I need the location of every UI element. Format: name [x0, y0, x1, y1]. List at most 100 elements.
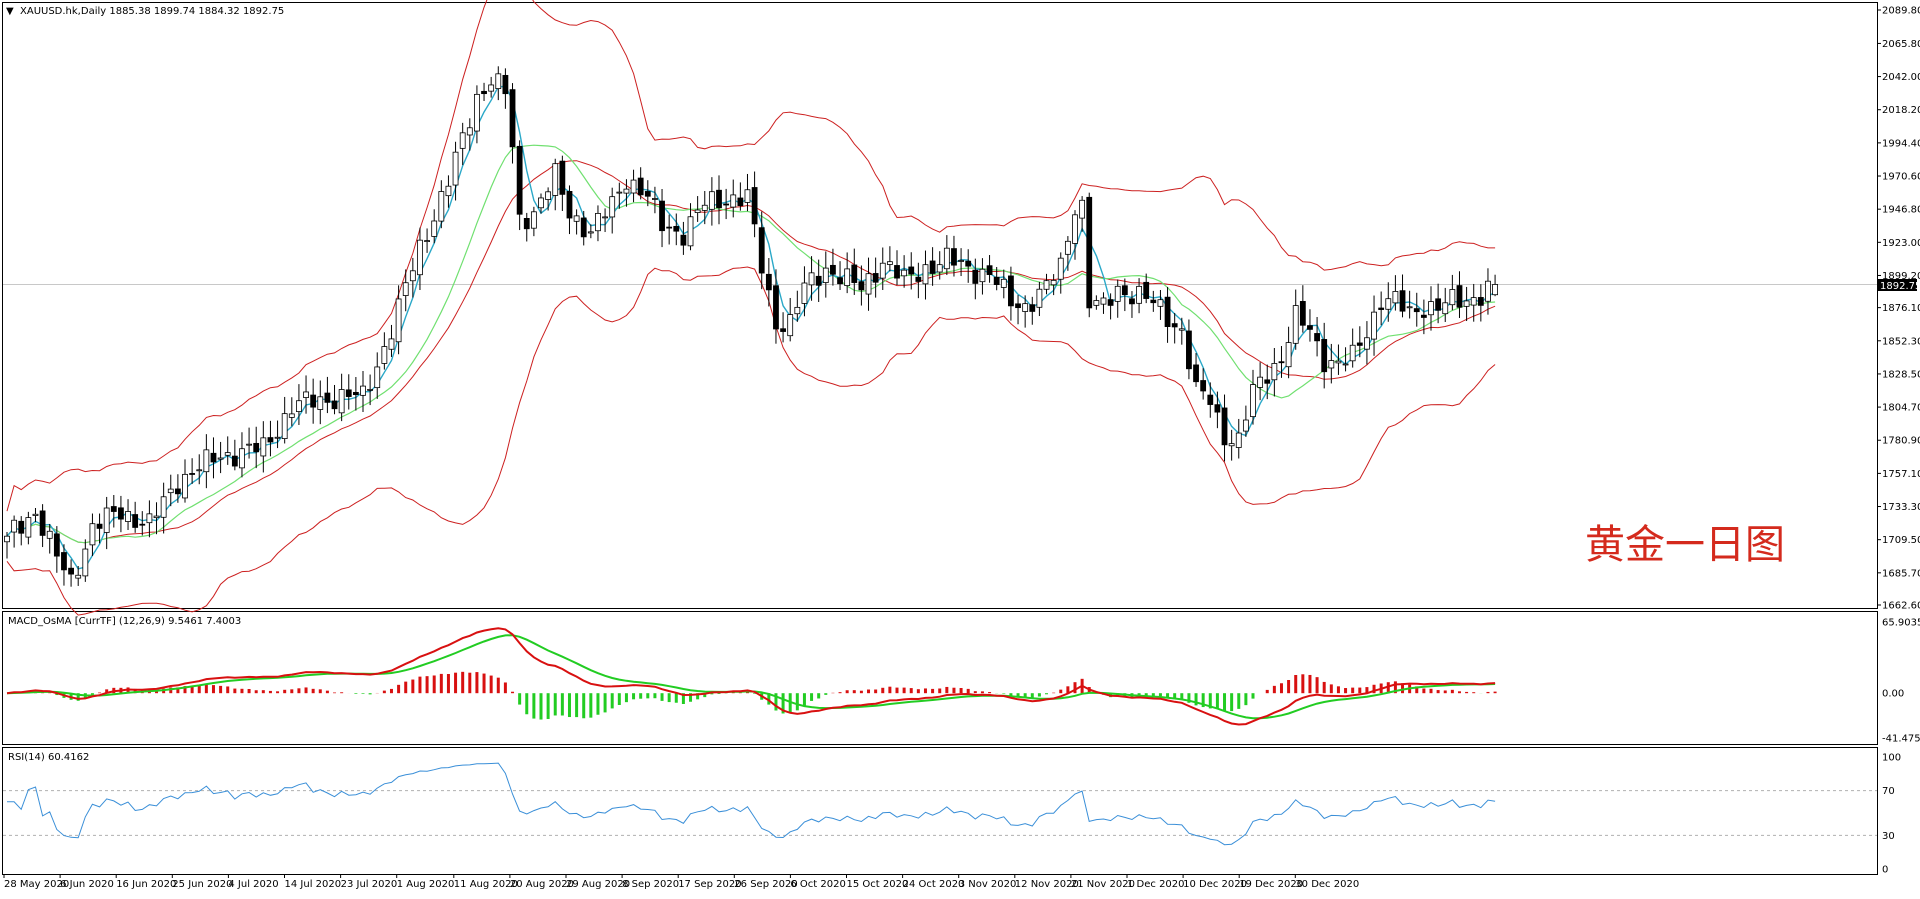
candle[interactable]	[424, 228, 430, 253]
candle[interactable]	[652, 186, 658, 214]
candle[interactable]	[231, 439, 238, 471]
candle[interactable]	[118, 495, 124, 533]
candle[interactable]	[32, 508, 39, 523]
candle[interactable]	[701, 190, 708, 225]
candle[interactable]	[865, 257, 872, 311]
candle[interactable]	[965, 249, 972, 283]
candle[interactable]	[872, 257, 879, 298]
candle[interactable]	[659, 189, 665, 248]
candle[interactable]	[1449, 274, 1456, 311]
candle[interactable]	[609, 187, 616, 234]
candle[interactable]	[837, 261, 843, 291]
candle[interactable]	[182, 459, 188, 503]
candle[interactable]	[972, 258, 979, 300]
candle[interactable]	[1015, 295, 1021, 325]
candle[interactable]	[765, 258, 772, 307]
candle[interactable]	[580, 210, 587, 246]
candle[interactable]	[979, 258, 986, 295]
candle[interactable]	[481, 82, 487, 102]
candle[interactable]	[288, 397, 295, 427]
candle[interactable]	[317, 380, 324, 425]
candle[interactable]	[1036, 281, 1043, 317]
candle[interactable]	[1378, 291, 1385, 326]
candle[interactable]	[459, 122, 466, 166]
candle[interactable]	[1207, 382, 1214, 418]
candle[interactable]	[573, 209, 580, 235]
candle[interactable]	[1349, 328, 1356, 368]
candle[interactable]	[260, 421, 267, 473]
candle[interactable]	[602, 208, 608, 233]
candle[interactable]	[545, 187, 552, 211]
price-header-arrow-icon[interactable]: ▼	[6, 6, 14, 17]
candle[interactable]	[673, 213, 680, 246]
candle[interactable]	[623, 179, 630, 207]
candle[interactable]	[1186, 319, 1192, 380]
candle[interactable]	[943, 235, 950, 276]
candle[interactable]	[1029, 296, 1036, 325]
candle[interactable]	[552, 158, 559, 211]
candle[interactable]	[224, 436, 231, 465]
candle[interactable]	[1385, 282, 1392, 322]
candle[interactable]	[801, 266, 808, 317]
candle[interactable]	[39, 504, 46, 548]
candle[interactable]	[1100, 292, 1107, 314]
candle[interactable]	[167, 474, 174, 507]
candle[interactable]	[530, 206, 537, 237]
candle[interactable]	[1064, 236, 1071, 271]
candle[interactable]	[1307, 309, 1313, 342]
candle[interactable]	[4, 532, 10, 559]
candle[interactable]	[1485, 268, 1491, 315]
candle[interactable]	[253, 426, 260, 469]
candle[interactable]	[1157, 289, 1164, 320]
candle[interactable]	[132, 501, 139, 533]
candle[interactable]	[1079, 196, 1086, 232]
candle[interactable]	[716, 175, 722, 225]
candle[interactable]	[1292, 289, 1299, 350]
candle[interactable]	[402, 269, 409, 312]
candle[interactable]	[1328, 343, 1335, 384]
candle[interactable]	[388, 324, 395, 357]
candle[interactable]	[1214, 391, 1221, 429]
candle[interactable]	[1093, 295, 1100, 310]
candle[interactable]	[1228, 429, 1235, 461]
candle[interactable]	[189, 458, 196, 484]
candle[interactable]	[758, 211, 765, 290]
candle[interactable]	[1492, 274, 1498, 297]
candle[interactable]	[310, 378, 317, 424]
candle[interactable]	[886, 246, 893, 272]
candle[interactable]	[595, 205, 601, 242]
candle[interactable]	[495, 66, 502, 101]
candle[interactable]	[723, 188, 730, 220]
candle[interactable]	[1043, 273, 1050, 295]
candle[interactable]	[630, 169, 637, 203]
candle[interactable]	[1086, 192, 1093, 318]
candle[interactable]	[274, 420, 281, 449]
candle[interactable]	[901, 255, 908, 288]
candle[interactable]	[1314, 317, 1320, 357]
candle[interactable]	[438, 180, 445, 229]
candle[interactable]	[1164, 287, 1171, 343]
candle[interactable]	[566, 185, 573, 235]
candle[interactable]	[210, 437, 217, 479]
candle[interactable]	[352, 377, 359, 411]
candle[interactable]	[267, 420, 274, 457]
candle[interactable]	[851, 248, 858, 295]
candle[interactable]	[929, 247, 936, 286]
candle[interactable]	[1257, 362, 1264, 401]
candle[interactable]	[1285, 326, 1292, 379]
candle[interactable]	[1057, 252, 1064, 294]
candle[interactable]	[324, 376, 331, 414]
candle[interactable]	[381, 332, 388, 370]
candle[interactable]	[331, 384, 338, 415]
candle[interactable]	[822, 251, 829, 298]
candle[interactable]	[281, 396, 288, 444]
candle[interactable]	[1399, 274, 1406, 318]
candle[interactable]	[1371, 295, 1377, 356]
candle[interactable]	[174, 474, 181, 503]
candle[interactable]	[82, 539, 89, 582]
candle[interactable]	[516, 140, 523, 231]
candle[interactable]	[1477, 284, 1484, 322]
candle[interactable]	[1470, 283, 1477, 322]
candle[interactable]	[1000, 269, 1007, 299]
candle[interactable]	[1456, 271, 1463, 318]
